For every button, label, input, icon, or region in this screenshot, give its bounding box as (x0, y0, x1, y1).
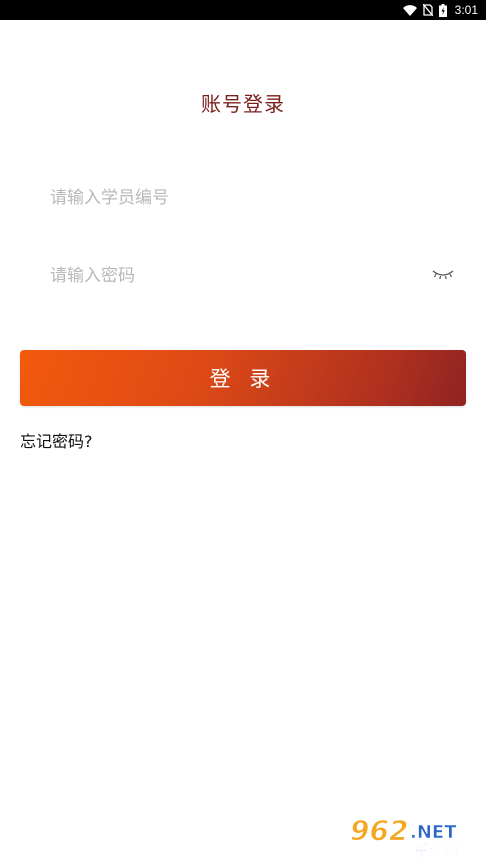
login-button-label: 登 录 (209, 367, 277, 391)
page-title: 账号登录 (201, 92, 285, 116)
no-sim-icon (422, 3, 434, 17)
watermark-logo: 962 .NET 乐游网 (348, 810, 480, 861)
watermark-suffix: .NET (410, 822, 457, 843)
watermark-cn: 乐游网 (414, 842, 459, 858)
login-button[interactable]: 登 录 (20, 350, 466, 406)
student-id-field-container (50, 178, 460, 218)
battery-charging-icon (438, 3, 447, 17)
wifi-icon (402, 4, 417, 16)
forgot-password-link[interactable]: 忘记密码? (20, 428, 93, 452)
password-field-container (50, 256, 460, 296)
eye-closed-icon[interactable] (432, 268, 454, 282)
password-input[interactable] (50, 266, 410, 286)
status-bar: 3:01 (0, 0, 486, 20)
watermark-number: 962 (350, 814, 408, 847)
student-id-input[interactable] (50, 188, 410, 208)
status-time: 3:01 (454, 3, 478, 17)
login-screen: 3:01 账号登录 登 录 忘记密码? 962 .NET 乐游网 (0, 0, 486, 864)
